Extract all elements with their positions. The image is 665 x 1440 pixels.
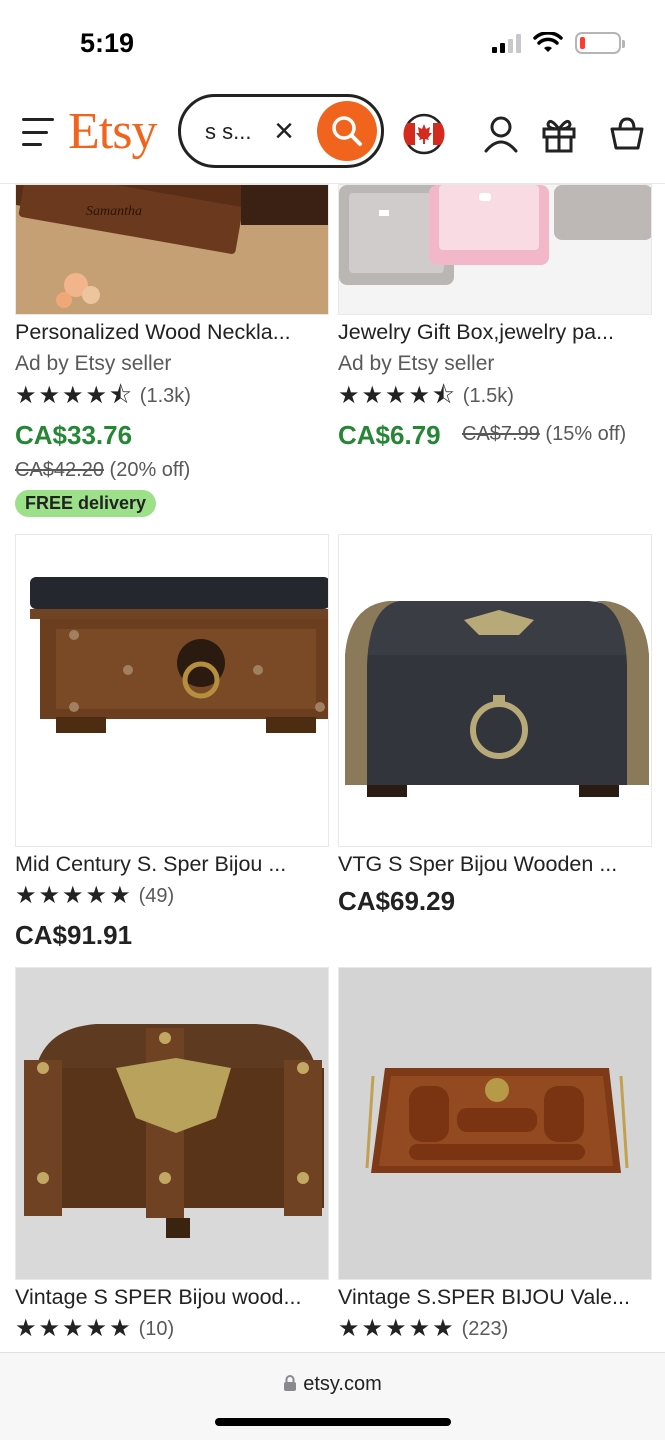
product-title[interactable]: Vintage S.SPER BIJOU Vale...: [338, 1285, 658, 1310]
price: CA$69.29: [338, 886, 456, 916]
star-icon: ★: [15, 882, 37, 909]
star-icon: ★: [62, 1315, 84, 1342]
half-star-icon: ⯪: [432, 382, 455, 409]
star-icon: ★: [432, 1315, 454, 1342]
battery-icon: [575, 32, 625, 54]
menu-icon[interactable]: [22, 118, 54, 146]
search-icon: [332, 116, 362, 146]
star-icon: ★: [38, 882, 61, 909]
star-icon: ★: [109, 882, 131, 909]
clear-search-icon[interactable]: ×: [269, 113, 299, 149]
site-header: Etsy s s... ×: [0, 88, 665, 184]
star-icon: ★: [338, 1315, 360, 1342]
star-icon: ★: [15, 382, 37, 409]
half-star-icon: ⯪: [109, 382, 132, 409]
etsy-logo[interactable]: Etsy: [68, 102, 157, 161]
rating: ★ ★ ★ ★ ★ (223): [338, 1317, 508, 1341]
status-time: 5:19: [80, 28, 135, 58]
price: CA$91.91: [15, 920, 133, 950]
star-icon: ★: [85, 382, 108, 409]
product-image[interactable]: Samantha: [15, 184, 329, 315]
discount: (15% off): [545, 423, 627, 445]
search-input[interactable]: s s...: [205, 119, 251, 145]
star-icon: ★: [385, 1315, 407, 1342]
star-icon: ★: [338, 382, 360, 409]
sale-price: CA$6.79: [338, 420, 441, 450]
product-title[interactable]: Personalized Wood Neckla...: [15, 320, 335, 345]
star-icon: ★: [361, 1315, 384, 1342]
original-price: CA$42.20: [15, 459, 104, 481]
star-icon: ★: [62, 882, 84, 909]
status-bar: 5:19: [0, 0, 665, 88]
original-price-row: CA$42.20 (20% off): [15, 459, 190, 482]
rating-count: (1.3k): [139, 384, 191, 407]
product-title[interactable]: Vintage S SPER Bijou wood...: [15, 1285, 335, 1310]
product-image[interactable]: [15, 967, 329, 1280]
wifi-icon: [533, 32, 563, 52]
star-icon: ★: [109, 1315, 131, 1342]
url-text: etsy.com: [303, 1373, 382, 1395]
original-price-row: CA$7.99 (15% off): [462, 423, 626, 446]
search-box[interactable]: s s... ×: [178, 94, 384, 168]
home-indicator[interactable]: [215, 1418, 451, 1426]
rating: ★ ★ ★ ★ ⯪ (1.3k): [15, 384, 191, 408]
cellular-signal-icon: [492, 33, 521, 53]
star-icon: ★: [15, 1315, 37, 1342]
product-image[interactable]: [15, 534, 329, 847]
cart-icon[interactable]: [605, 112, 649, 156]
discount: (20% off): [109, 459, 191, 481]
rating-count: (223): [461, 1317, 509, 1340]
lock-icon: [284, 1375, 297, 1391]
product-image[interactable]: [338, 967, 652, 1280]
canada-flag-icon[interactable]: [402, 112, 446, 156]
rating-count: (1.5k): [462, 384, 514, 407]
sale-price: CA$33.76: [15, 420, 133, 450]
account-icon[interactable]: [479, 112, 523, 156]
product-title[interactable]: Mid Century S. Sper Bijou ...: [15, 852, 335, 877]
gift-icon[interactable]: [537, 112, 581, 156]
star-icon: ★: [85, 882, 108, 909]
star-icon: ★: [408, 1315, 431, 1342]
original-price: CA$7.99: [462, 423, 540, 445]
product-title[interactable]: VTG S Sper Bijou Wooden ...: [338, 852, 658, 877]
product-image[interactable]: [338, 534, 652, 847]
star-icon: ★: [38, 1315, 61, 1342]
rating-count: (49): [138, 884, 175, 907]
rating-count: (10): [138, 1317, 175, 1340]
svg-text:Samantha: Samantha: [86, 204, 142, 219]
address-bar[interactable]: etsy.com: [0, 1373, 665, 1396]
star-icon: ★: [38, 382, 61, 409]
star-icon: ★: [385, 382, 407, 409]
browser-bottom-bar: etsy.com: [0, 1352, 665, 1440]
product-image[interactable]: [338, 184, 652, 315]
search-button[interactable]: [317, 101, 377, 161]
ad-label: Ad by Etsy seller: [338, 352, 495, 375]
star-icon: ★: [62, 382, 84, 409]
star-icon: ★: [361, 382, 384, 409]
product-title[interactable]: Jewelry Gift Box,jewelry pa...: [338, 320, 658, 345]
status-icons: [492, 32, 625, 54]
star-icon: ★: [408, 382, 431, 409]
rating: ★ ★ ★ ★ ⯪ (1.5k): [338, 384, 514, 408]
ad-label: Ad by Etsy seller: [15, 352, 172, 375]
star-icon: ★: [85, 1315, 108, 1342]
rating: ★ ★ ★ ★ ★ (49): [15, 884, 174, 908]
rating: ★ ★ ★ ★ ★ (10): [15, 1317, 174, 1341]
free-delivery-badge: FREE delivery: [15, 490, 157, 517]
